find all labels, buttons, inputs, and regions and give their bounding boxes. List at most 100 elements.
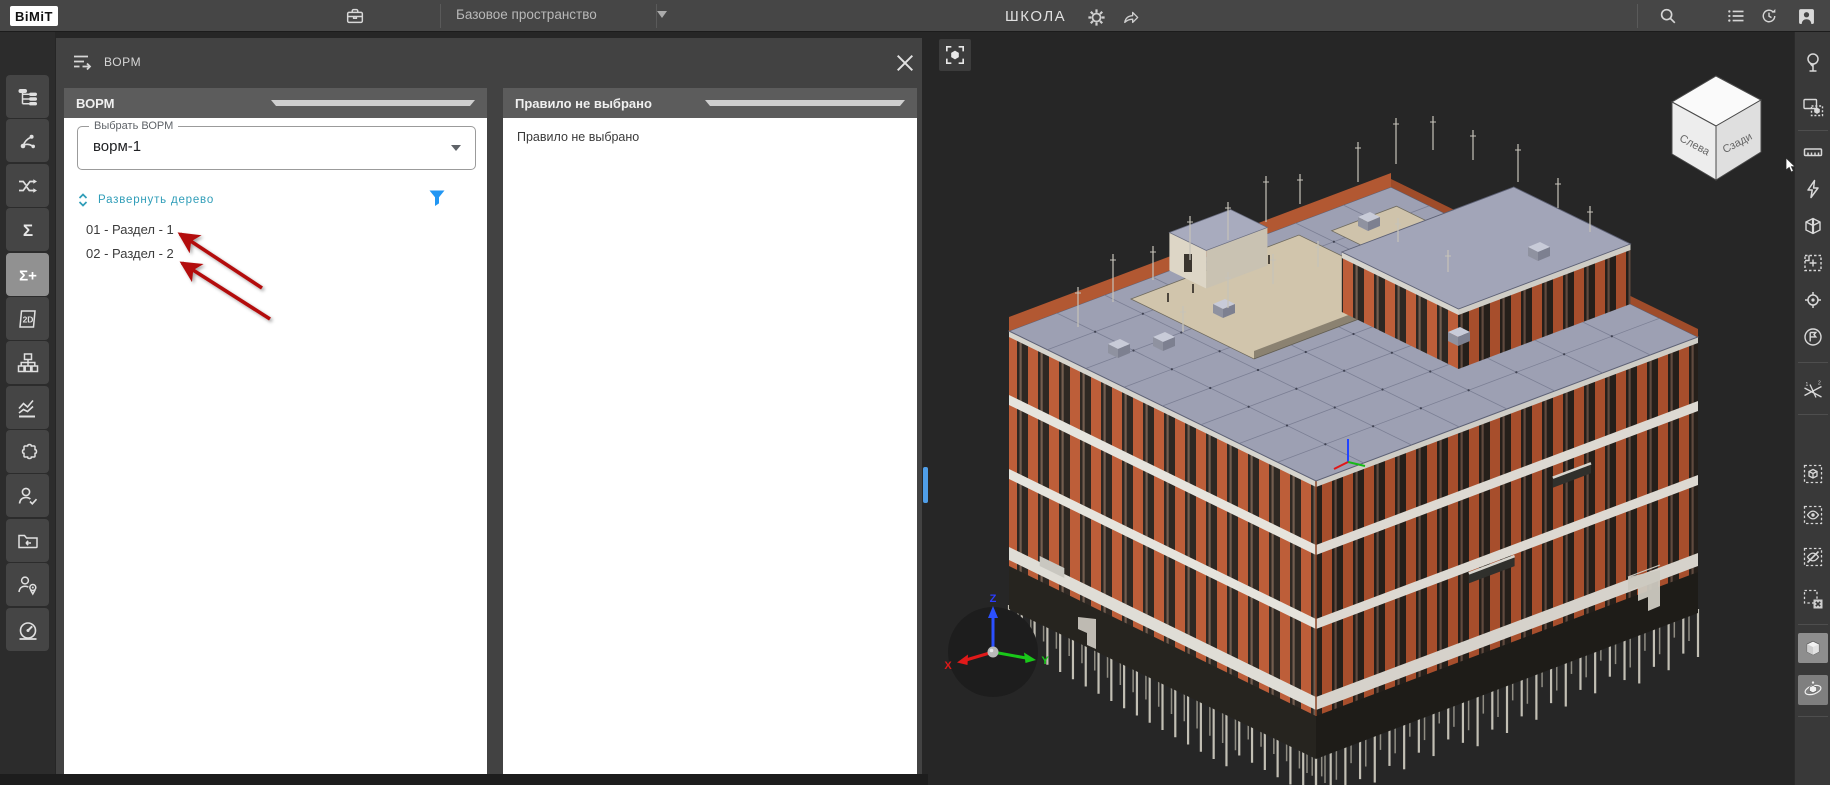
share-button[interactable] — [1118, 5, 1144, 29]
toolbar-separator — [1798, 362, 1828, 363]
right-toolbar: 1 2 — [1794, 32, 1830, 785]
3d-viewport[interactable]: Слева Сзади Z Y X — [928, 32, 1794, 785]
tree-item-1[interactable]: 01 - Раздел - 1 — [86, 222, 174, 237]
graphs-tool[interactable] — [6, 386, 49, 429]
vorm-subpanel-header[interactable]: ВОРМ — [64, 88, 487, 118]
axis-y-label: Y — [1041, 655, 1049, 667]
filter-button[interactable] — [427, 188, 447, 208]
toolbar-separator — [1798, 414, 1828, 415]
floorplan-tool[interactable] — [1795, 246, 1830, 280]
structure-tree-icon — [18, 88, 37, 105]
vegetation-tool[interactable] — [1795, 45, 1830, 79]
account-button[interactable] — [1793, 4, 1819, 28]
vorm-subpanel: ВОРМ Выбрать ВОРМ ворм-1 Развернуть дере… — [64, 88, 487, 774]
ruler-icon — [1803, 148, 1823, 157]
account-icon — [1798, 8, 1814, 24]
shaded-view-tool[interactable] — [1795, 631, 1830, 665]
topbar-separator — [656, 4, 657, 28]
sigma-plus-icon: Σ+ — [19, 267, 37, 284]
close-panel-button[interactable] — [892, 50, 918, 76]
panel-title: ВОРМ — [104, 55, 142, 69]
gridline-label-1: 1 — [1806, 382, 1809, 388]
select-objects-tool[interactable] — [1795, 90, 1830, 124]
sigma-plus-tool[interactable]: Σ+ — [6, 253, 49, 296]
user-location-tool[interactable] — [6, 563, 49, 606]
vorm-select[interactable]: Выбрать ВОРМ ворм-1 — [77, 120, 476, 170]
branch-tool[interactable] — [6, 119, 49, 162]
clear-selection-icon — [1803, 589, 1823, 609]
flag-tool[interactable] — [1795, 320, 1830, 354]
folder-share-icon — [17, 534, 38, 548]
user-check-tool[interactable] — [6, 474, 49, 517]
annotation-arrows — [177, 232, 271, 321]
search-button[interactable] — [1655, 4, 1681, 28]
rule-subpanel-body: Правило не выбрано — [503, 118, 917, 774]
rule-subpanel-title: Правило не выбрано — [515, 95, 652, 111]
folder-share-tool[interactable] — [6, 519, 49, 562]
rule-subpanel-header[interactable]: Правило не выбрано — [503, 88, 917, 118]
user-check-icon — [18, 487, 37, 505]
gear-icon — [1087, 8, 1105, 26]
orbit-tool[interactable] — [1795, 673, 1830, 707]
project-settings-button[interactable] — [1083, 5, 1109, 29]
gauge-tool[interactable] — [6, 608, 49, 651]
topbar: BiMiT Базовое пространство ШКОЛА — [0, 0, 1830, 32]
projects-button[interactable] — [340, 4, 370, 28]
measure-tool[interactable] — [1795, 135, 1830, 169]
eye-icon — [1803, 505, 1823, 525]
list-button[interactable] — [1723, 4, 1749, 28]
left-toolbar: Σ Σ+ 2D — [0, 32, 55, 785]
focus-model-button[interactable] — [939, 39, 971, 71]
topbar-separator — [1637, 4, 1638, 28]
tree-item-2[interactable]: 02 - Раздел - 2 — [86, 246, 174, 261]
unfold-icon — [78, 193, 88, 207]
plugins-tool[interactable] — [6, 430, 49, 473]
vorm-select-value: ворм-1 — [93, 138, 142, 155]
expand-tree-button[interactable]: Развернуть дерево — [76, 190, 214, 210]
user-pin-icon — [17, 575, 37, 596]
org-chart-tool[interactable] — [6, 341, 49, 384]
collapse-panel-button[interactable] — [70, 50, 94, 74]
search-icon — [1660, 8, 1676, 24]
rule-empty-text: Правило не выбрано — [517, 130, 640, 144]
history-button[interactable] — [1756, 4, 1782, 28]
sigma-tool[interactable]: Σ — [6, 208, 49, 251]
gridlines-icon: 1 2 — [1804, 381, 1822, 398]
bottom-strip — [0, 774, 928, 785]
menu-collapse-icon — [74, 55, 92, 71]
chevron-down-icon — [270, 100, 475, 106]
flash-tool[interactable] — [1795, 172, 1830, 206]
branch-icon — [20, 134, 35, 148]
locate-tool[interactable] — [1795, 283, 1830, 317]
isolate-tool[interactable] — [1795, 457, 1830, 491]
select-objects-icon — [1803, 98, 1824, 117]
solid-cube-icon — [1806, 640, 1820, 656]
axis-gizmo: Z Y X — [944, 593, 1049, 697]
orbit-icon — [1804, 681, 1822, 696]
shuffle-tool[interactable] — [6, 164, 49, 207]
chevron-down-icon — [656, 11, 667, 18]
navigation-cube[interactable]: Слева Сзади — [1664, 68, 1780, 184]
app-logo[interactable]: BiMiT — [10, 6, 58, 26]
section-box-tool[interactable] — [1795, 209, 1830, 243]
expand-tree-label: Развернуть дерево — [98, 194, 215, 206]
clear-selection-tool[interactable] — [1795, 582, 1830, 616]
chevron-down-icon — [705, 100, 905, 106]
gridlines-tool[interactable]: 1 2 — [1795, 374, 1830, 408]
structure-tree-tool[interactable] — [6, 75, 49, 118]
isolate-selection-icon — [1803, 464, 1823, 484]
orbit-tile — [1798, 675, 1828, 705]
chevron-down-icon — [451, 145, 461, 151]
show-selection-tool[interactable] — [1795, 498, 1830, 532]
svg-text:2D: 2D — [22, 314, 33, 324]
close-icon — [897, 55, 913, 71]
2d-view-tool[interactable]: 2D — [6, 297, 49, 340]
workspace-selector[interactable]: Базовое пространство — [456, 7, 667, 22]
share-icon — [1124, 11, 1139, 24]
vorm-subpanel-title: ВОРМ — [76, 95, 115, 111]
filter-funnel-icon — [429, 190, 445, 206]
puzzle-icon — [21, 443, 37, 459]
hide-selection-tool[interactable] — [1795, 540, 1830, 574]
panel-resize-handle[interactable] — [923, 467, 928, 503]
vorm-panel: ВОРМ ВОРМ Выбрать ВОРМ ворм-1 Развернуть… — [56, 38, 922, 774]
